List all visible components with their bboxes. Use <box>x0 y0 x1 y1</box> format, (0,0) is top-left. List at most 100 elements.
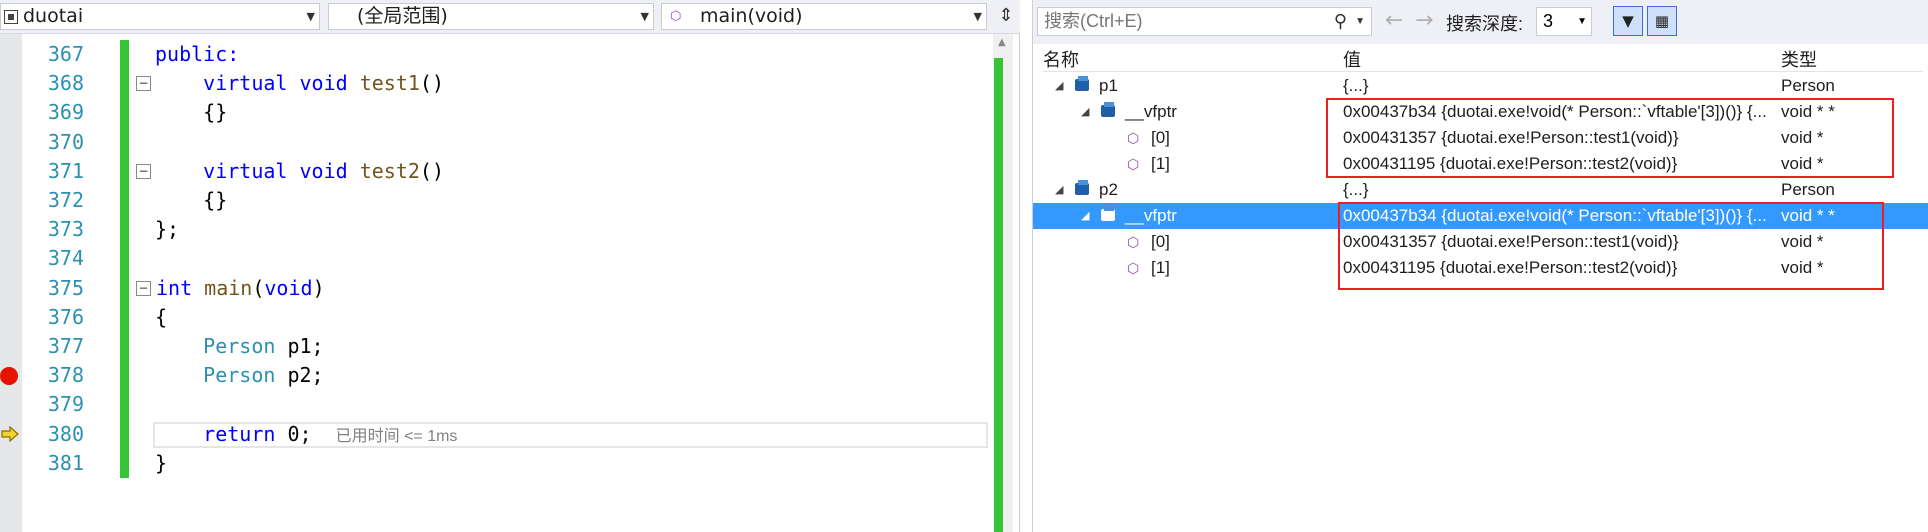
watch-row-name: [0] <box>1151 232 1170 251</box>
watch-row[interactable]: ⬡ [0] 0x00431357 {duotai.exe!Person::test1… <box>1033 125 1928 151</box>
line-number: 371 <box>47 158 84 183</box>
code-token: ) <box>312 275 325 300</box>
watch-row[interactable]: ◢ __vfptr 0x00437b34 {duotai.exe!void(* Pe… <box>1033 203 1928 229</box>
code-token: 已用时间 <= 1ms <box>335 427 458 445</box>
watch-row-type: Person <box>1781 76 1835 95</box>
code-token: }; <box>155 217 180 242</box>
member-icon: ⬡ <box>1127 260 1140 276</box>
code-line[interactable]: int main(void) <box>156 274 1016 303</box>
chevron-down-icon: ▼ <box>640 10 649 23</box>
code-line[interactable]: Person p2; <box>155 361 1015 390</box>
filter-icon[interactable]: ▼ <box>1613 6 1643 36</box>
line-number: 367 <box>47 42 84 66</box>
project-dropdown[interactable]: duotai ▼ <box>0 3 320 30</box>
scope-label: (全局范围) <box>357 5 448 27</box>
watch-row[interactable]: ⬡ [1] 0x00431195 {duotai.exe!Person::test2… <box>1033 151 1928 177</box>
line-number: 376 <box>47 304 84 329</box>
watch-row[interactable]: ⬡ [0] 0x00431357 {duotai.exe!Person::test1… <box>1033 229 1928 255</box>
visual-studio-window: duotai ▼ (全局范围) ▼ ⬡ main(void) ▼ ⇕ 367 36… <box>0 0 1928 532</box>
watch-row-name: [1] <box>1151 258 1170 277</box>
collapse-triangle-icon[interactable]: ◢ <box>1055 177 1063 203</box>
watch-row-type: void * <box>1781 258 1824 277</box>
watch-row[interactable]: ⬡ [1] 0x00431195 {duotai.exe!Person::test2… <box>1033 255 1928 281</box>
fold-collapse-icon[interactable]: − <box>136 280 151 296</box>
code-editor[interactable]: duotai ▼ (全局范围) ▼ ⬡ main(void) ▼ ⇕ 367 36… <box>0 0 1020 532</box>
line-number: 370 <box>47 129 84 154</box>
code-token: () <box>419 71 445 96</box>
collapse-triangle-icon[interactable]: ◢ <box>1081 99 1089 125</box>
line-number: 378 <box>47 363 84 388</box>
watch-row-name: p2 <box>1099 180 1118 199</box>
search-depth-value: 3 <box>1543 11 1554 31</box>
fold-collapse-icon[interactable]: − <box>136 76 151 92</box>
object-icon <box>1101 102 1115 117</box>
back-arrow-icon[interactable]: ← <box>1385 8 1403 33</box>
scope-dropdown[interactable]: (全局范围) ▼ <box>328 3 654 30</box>
code-line[interactable]: public: <box>155 40 1015 69</box>
code-line[interactable]: {} <box>155 186 1015 215</box>
code-token: virtual void <box>155 71 360 96</box>
watch-row[interactable]: ◢ p2 {...} Person <box>1033 177 1928 203</box>
code-line[interactable]: Person p1; <box>155 332 1015 361</box>
search-depth-dropdown[interactable]: 3 ▼ <box>1536 7 1592 36</box>
watch-row[interactable]: ◢ __vfptr 0x00437b34 {duotai.exe!void(* Pe… <box>1033 99 1928 125</box>
code-line[interactable]: return 0; 已用时间 <= 1ms <box>155 420 1015 449</box>
chevron-down-icon[interactable]: ▼ <box>1355 8 1365 35</box>
split-editor-icon[interactable]: ⇕ <box>994 4 1018 30</box>
breakpoint-gutter[interactable] <box>0 34 22 532</box>
watch-row-type: void * <box>1781 154 1824 173</box>
search-icon[interactable]: ⚲ <box>1334 8 1347 35</box>
code-line[interactable]: {} <box>155 98 1015 127</box>
watch-row-type: void * <box>1781 232 1824 251</box>
navigation-bar: duotai ▼ (全局范围) ▼ ⬡ main(void) ▼ ⇕ <box>0 0 1020 34</box>
watch-row-value: {...} <box>1343 76 1369 95</box>
collapse-triangle-icon[interactable]: ◢ <box>1081 203 1089 229</box>
line-number: 373 <box>47 217 84 242</box>
column-header-type[interactable]: 类型 <box>1781 46 1817 72</box>
code-token: { <box>155 304 168 329</box>
member-icon: ⬡ <box>1127 234 1140 250</box>
watch-row-value: 0x00437b34 {duotai.exe!void(* Person::`v… <box>1343 206 1767 225</box>
line-number: 369 <box>47 100 84 125</box>
collapse-triangle-icon[interactable]: ◢ <box>1055 73 1063 99</box>
code-line[interactable] <box>155 390 1015 419</box>
code-line[interactable]: virtual void test1() <box>155 69 1015 98</box>
column-header-value[interactable]: 值 <box>1343 46 1361 72</box>
forward-arrow-icon[interactable]: → <box>1415 8 1433 33</box>
function-dropdown[interactable]: ⬡ main(void) ▼ <box>661 3 987 30</box>
watch-window: 搜索(Ctrl+E) ⚲ ▼ ← → 搜索深度: 3 ▼ ▼ ▦ 名称 值 类型… <box>1032 0 1928 532</box>
hex-display-icon[interactable]: ▦ <box>1647 6 1677 36</box>
code-line[interactable]: }; <box>155 215 1015 244</box>
code-token: p1; <box>287 334 324 358</box>
code-line[interactable] <box>155 128 1015 157</box>
code-line[interactable]: } <box>155 449 1015 478</box>
breakpoint-icon[interactable] <box>0 367 18 385</box>
watch-row[interactable]: ◢ p1 {...} Person <box>1033 73 1928 99</box>
code-line[interactable] <box>155 244 1015 273</box>
code-line[interactable]: { <box>155 303 1015 332</box>
code-token: () <box>419 158 445 183</box>
scrollbar-thumb[interactable] <box>994 58 1003 532</box>
watch-row-type: void * <box>1781 128 1824 147</box>
column-header-name[interactable]: 名称 <box>1043 46 1079 72</box>
scroll-up-icon[interactable]: ▲ <box>998 37 1006 48</box>
code-token: {} <box>155 188 228 212</box>
watch-row-name: __vfptr <box>1125 206 1177 225</box>
code-token: test2 <box>359 158 420 183</box>
search-input[interactable]: 搜索(Ctrl+E) ⚲ ▼ <box>1037 7 1372 36</box>
code-token: ( <box>252 275 265 300</box>
code-token: 0; <box>287 421 336 446</box>
watch-row-name: [1] <box>1151 154 1170 173</box>
search-depth-label: 搜索深度: <box>1446 14 1524 34</box>
member-icon: ⬡ <box>1127 130 1140 146</box>
object-icon <box>1101 206 1115 221</box>
code-line[interactable]: virtual void test2() <box>155 157 1015 186</box>
line-number: 372 <box>47 188 84 212</box>
fold-collapse-icon[interactable]: − <box>136 163 151 179</box>
line-number: 375 <box>47 275 84 300</box>
code-token: test1 <box>359 71 420 96</box>
line-number: 379 <box>47 392 84 417</box>
change-tracking-bar <box>120 40 129 478</box>
watch-row-type: Person <box>1781 180 1835 199</box>
watch-row-name: __vfptr <box>1125 102 1177 121</box>
